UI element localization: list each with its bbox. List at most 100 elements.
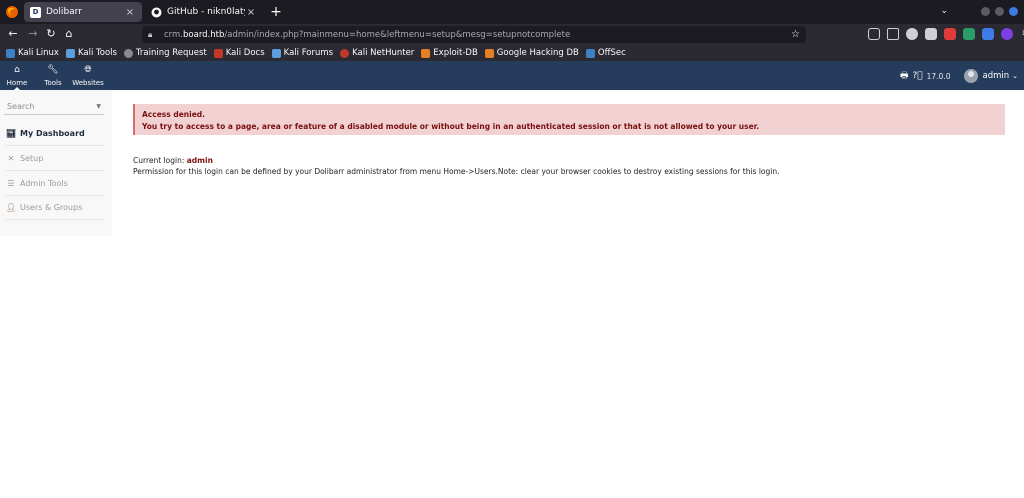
forward-icon[interactable]: →	[26, 27, 40, 41]
current-login-line: Current login: admin	[133, 155, 1005, 166]
tab-title: GitHub - nikn0laty/Exploit	[167, 7, 245, 17]
foxyproxy-icon[interactable]	[982, 28, 994, 40]
user-icon: 👤︎	[6, 203, 17, 212]
sidebar-item-admin-tools[interactable]: ☰ Admin Tools	[6, 172, 104, 196]
topmenu-label: Tools	[44, 79, 62, 87]
extension-toolbar: ≡	[868, 28, 1024, 40]
bookmark-kali-tools[interactable]: Kali Tools	[65, 48, 117, 58]
wrench-icon: 🔧︎	[47, 65, 59, 75]
tab-dolibarr[interactable]: D Dolibarr ×	[24, 2, 142, 22]
kali-forums-icon	[271, 48, 281, 58]
exploit-db-icon	[421, 48, 431, 58]
help-icon[interactable]: ?⃝	[912, 71, 922, 81]
settings-icon[interactable]	[925, 28, 937, 40]
profile-icon[interactable]	[1001, 28, 1013, 40]
sidebar-item-label: Setup	[20, 154, 44, 163]
bookmark-google-hacking-db[interactable]: Google Hacking DB	[484, 48, 579, 58]
chevron-down-icon[interactable]: ⌄	[1012, 72, 1018, 80]
url-text[interactable]: crm.board.htb/admin/index.php?mainmenu=h…	[164, 30, 791, 40]
new-tab-button[interactable]: +	[268, 3, 284, 21]
home-icon[interactable]: ⌂	[62, 27, 76, 41]
bookmark-label: OffSec	[597, 48, 626, 58]
dolibarr-favicon-icon: D	[30, 6, 41, 18]
bookmark-label: Kali NetHunter	[352, 48, 415, 58]
minimize-icon[interactable]	[981, 6, 990, 16]
record-icon[interactable]	[944, 28, 956, 40]
list-all-tabs-icon[interactable]: ⌄	[940, 6, 948, 16]
version-label: 17.0.0	[926, 71, 951, 81]
bookmark-kali-docs[interactable]: Kali Docs	[213, 48, 265, 58]
pocket-icon[interactable]	[868, 28, 880, 40]
sidebar-item-my-dashboard[interactable]: 📊︎ My Dashboard	[6, 122, 104, 146]
reload-icon[interactable]: ↻	[44, 27, 58, 41]
bookmark-exploit-db[interactable]: Exploit-DB	[421, 48, 478, 58]
search-input[interactable]	[7, 102, 97, 111]
sidebar-item-setup[interactable]: ✕ Setup	[6, 147, 104, 171]
print-icon[interactable]: 🖶︎	[900, 68, 909, 84]
access-denied-alert: Access denied. You try to access to a pa…	[133, 104, 1005, 135]
firefox-menu-icon[interactable]	[5, 5, 19, 19]
topmenu-right-tools: 🖶︎ ?⃝ 17.0.0 admin ⌄	[900, 68, 1018, 84]
topmenu-tools[interactable]: 🔧︎ Tools	[36, 65, 70, 87]
menu-icon[interactable]: ≡	[1020, 28, 1024, 40]
github-favicon-icon	[151, 7, 162, 18]
sidebar-item-label: My Dashboard	[20, 129, 85, 138]
maximize-icon[interactable]	[995, 6, 1004, 16]
tab-close-icon[interactable]: ×	[245, 7, 257, 18]
window-close-icon[interactable]	[1009, 6, 1018, 16]
bookmark-kali-nethunter[interactable]: Kali NetHunter	[340, 48, 414, 58]
browser-nav-bar: ← → ↻ ⌂ 🔒︎ crm.board.htb/admin/index.php…	[0, 24, 1024, 45]
window-controls: ⌄	[940, 6, 1018, 16]
bookmark-star-icon[interactable]: ☆	[791, 29, 800, 40]
globe-icon	[123, 48, 133, 58]
avatar[interactable]	[964, 69, 979, 83]
wappalyzer-icon[interactable]	[963, 28, 975, 40]
dolibarr-top-menu: ⌂ Home 🔧︎ Tools 🌐︎ Websites 🖶︎ ?⃝ 17.0.0…	[0, 61, 1024, 91]
lock-icon[interactable]: 🔒︎	[148, 30, 158, 40]
login-info: Current login: admin Permission for this…	[133, 155, 1005, 177]
alert-message: You try to access to a page, area or fea…	[142, 122, 760, 131]
home-icon: ⌂	[14, 65, 20, 75]
chart-icon: 📊︎	[6, 129, 17, 138]
ghdb-icon	[484, 48, 494, 58]
extensions-icon[interactable]	[887, 28, 899, 40]
current-login-value: admin	[186, 156, 213, 165]
search-box[interactable]: ▼	[4, 99, 104, 115]
bookmark-label: Kali Linux	[18, 48, 59, 58]
bookmark-offsec[interactable]: OffSec	[585, 48, 626, 58]
bookmark-label: Kali Tools	[77, 48, 117, 58]
topmenu-websites[interactable]: 🌐︎ Websites	[71, 65, 105, 87]
back-icon[interactable]: ←	[6, 27, 20, 41]
user-name[interactable]: admin	[982, 71, 1009, 81]
globe-icon: 🌐︎	[84, 65, 92, 75]
kali-icon	[6, 48, 15, 58]
bookmark-label: Training Request	[135, 48, 207, 58]
current-login-label: Current login:	[133, 156, 185, 165]
ublock-icon[interactable]	[906, 28, 918, 40]
list-icon: ☰	[7, 179, 15, 188]
permission-note: Permission for this login can be defined…	[133, 167, 780, 176]
sidebar-item-label: Admin Tools	[20, 179, 68, 188]
tab-github[interactable]: GitHub - nikn0laty/Exploit ×	[145, 2, 263, 22]
url-host: board.htb	[183, 29, 225, 40]
bookmark-kali-linux[interactable]: Kali Linux	[6, 48, 59, 58]
offsec-icon	[585, 48, 595, 58]
tools-icon: ✕	[7, 154, 15, 163]
sidebar-item-users-groups[interactable]: 👤︎ Users & Groups	[6, 196, 104, 220]
bookmark-label: Google Hacking DB	[496, 48, 579, 58]
nethunter-icon	[340, 48, 350, 58]
topmenu-label: Home	[6, 79, 28, 87]
bookmark-training-request[interactable]: Training Request	[123, 48, 207, 58]
bookmark-label: Exploit-DB	[433, 48, 478, 58]
bookmarks-bar: Kali Linux Kali Tools Training Request K…	[0, 45, 1024, 61]
bookmark-kali-forums[interactable]: Kali Forums	[271, 48, 334, 58]
tab-close-icon[interactable]: ×	[124, 7, 136, 18]
url-bar[interactable]: 🔒︎ crm.board.htb/admin/index.php?mainmen…	[142, 26, 806, 43]
browser-tab-bar: D Dolibarr × GitHub - nikn0laty/Exploit …	[0, 0, 1024, 24]
chevron-down-icon[interactable]: ▼	[96, 103, 101, 110]
kali-docs-icon	[213, 48, 223, 58]
topmenu-home[interactable]: ⌂ Home	[0, 65, 34, 91]
bookmark-label: Kali Docs	[225, 48, 265, 58]
url-subdomain: crm.	[164, 29, 184, 40]
bookmark-label: Kali Forums	[283, 48, 334, 58]
